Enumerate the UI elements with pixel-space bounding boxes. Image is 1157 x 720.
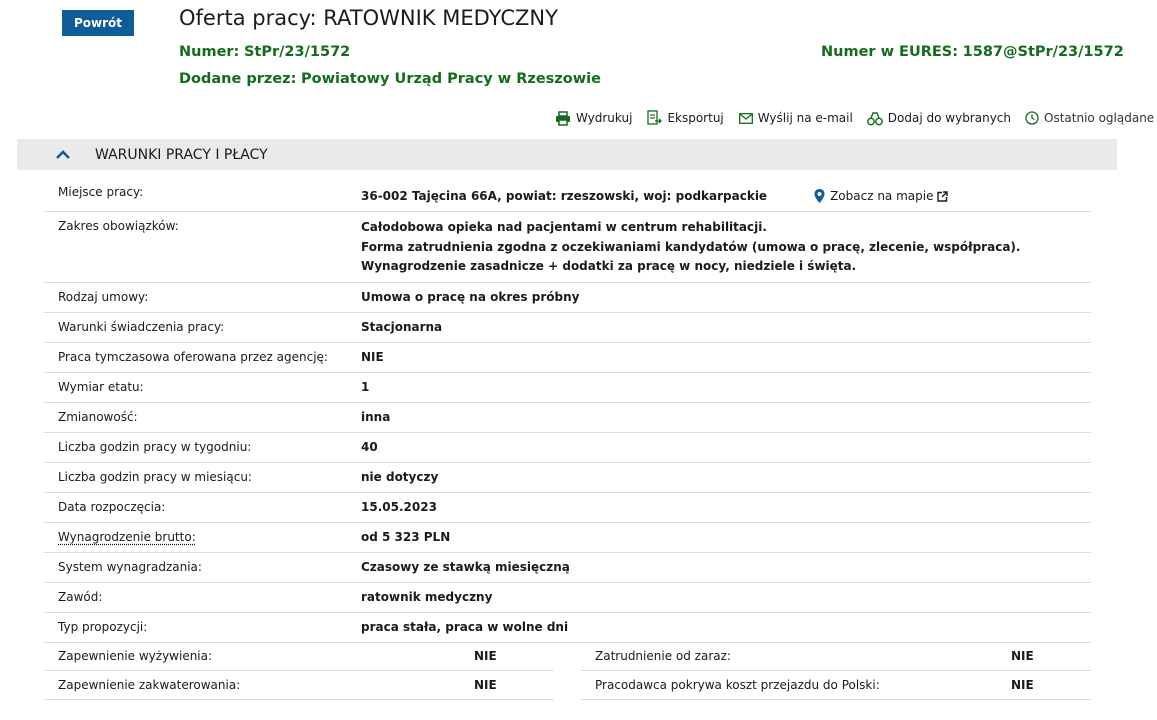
email-button[interactable]: Wyślij na e-mail bbox=[738, 111, 853, 125]
duty-line: Wynagrodzenie zasadnicze + dodatki za pr… bbox=[361, 259, 857, 273]
recently-viewed-label: Ostatnio oglądane bbox=[1044, 111, 1155, 125]
accommodation-provision: Zapewnienie zakwaterowania: NIE bbox=[44, 671, 554, 700]
row-label: Typ propozycji: bbox=[58, 620, 148, 634]
offer-number: Numer: StPr/23/1572 bbox=[179, 44, 350, 60]
conditions-table-body: Zakres obowiązków: Całodobowa opieka nad … bbox=[44, 212, 1091, 643]
workplace-address: 36-002 Tajęcina 66A, powiat: rzeszowski,… bbox=[361, 189, 768, 203]
immediate-employment: Zatrudnienie od zaraz: NIE bbox=[581, 642, 1091, 671]
row-value: Umowa o pracę na okres próbny bbox=[361, 290, 580, 304]
offer-number-label: Numer: bbox=[179, 44, 240, 60]
row-label: Zapewnienie wyżywienia: bbox=[58, 649, 213, 663]
export-icon bbox=[647, 110, 663, 125]
row-value: 36-002 Tajęcina 66A, powiat: rzeszowski,… bbox=[361, 179, 1091, 203]
conditions-table: Miejsce pracy: 36-002 Tajęcina 66A, powi… bbox=[44, 179, 1091, 212]
row-value: Czasowy ze stawką miesięczną bbox=[361, 560, 570, 574]
added-by-value: Powiatowy Urząd Pracy w Rzeszowie bbox=[301, 71, 601, 87]
eures-number-value: 1587@StPr/23/1572 bbox=[962, 44, 1124, 60]
section-title: WARUNKI PRACY I PŁACY bbox=[95, 146, 268, 163]
printer-icon bbox=[556, 110, 570, 126]
row-value: 40 bbox=[361, 440, 378, 454]
table-row: Zawód: ratownik medyczny bbox=[44, 583, 1091, 613]
export-label: Eksportuj bbox=[667, 111, 724, 125]
row-label: System wynagradzania: bbox=[58, 560, 202, 574]
row-label: Warunki świadczenia pracy: bbox=[58, 320, 225, 334]
row-label: Liczba godzin pracy w miesiącu: bbox=[58, 470, 252, 484]
row-label: Rodzaj umowy: bbox=[58, 290, 149, 304]
row-label: Miejsce pracy: bbox=[58, 185, 144, 199]
duty-line: Forma zatrudnienia zgodna z oczekiwaniam… bbox=[361, 239, 1021, 254]
table-row: System wynagradzania: Czasowy ze stawką m… bbox=[44, 553, 1091, 583]
row-label: Zawód: bbox=[58, 590, 103, 604]
export-button[interactable]: Eksportuj bbox=[646, 110, 724, 126]
map-link[interactable]: Zobacz na mapie bbox=[814, 189, 953, 203]
email-label: Wyślij na e-mail bbox=[757, 111, 853, 125]
table-row: Liczba godzin pracy w tygodniu: 40 bbox=[44, 433, 1091, 463]
chevron-up-icon bbox=[56, 149, 70, 159]
map-pin-icon bbox=[814, 189, 825, 203]
row-value: NIE bbox=[1011, 649, 1034, 663]
table-row: Wymiar etatu: 1 bbox=[44, 373, 1091, 403]
row-label: Data rozpoczęcia: bbox=[58, 500, 166, 514]
page-title: Oferta pracy: RATOWNIK MEDYCZNY bbox=[179, 6, 558, 30]
extra-conditions: Zapewnienie wyżywienia: NIE Zatrudnienie… bbox=[44, 642, 1091, 700]
row-value: Stacjonarna bbox=[361, 320, 443, 334]
external-link-icon bbox=[937, 190, 949, 202]
row-value: 1 bbox=[361, 380, 370, 394]
row-label: Zapewnienie zakwaterowania: bbox=[58, 678, 241, 692]
table-row: Zakres obowiązków: Całodobowa opieka nad … bbox=[44, 212, 1091, 283]
row-value: NIE bbox=[474, 678, 497, 692]
row-label: Praca tymczasowa oferowana przez agencję… bbox=[58, 350, 328, 364]
row-value: 15.05.2023 bbox=[361, 500, 437, 514]
row-label: Zatrudnienie od zaraz: bbox=[595, 649, 731, 663]
travel-cost-coverage: Pracodawca pokrywa koszt przejazdu do Po… bbox=[581, 671, 1091, 700]
pair-row: Zapewnienie zakwaterowania: NIE Pracodaw… bbox=[44, 671, 1091, 700]
row-value: ratownik medyczny bbox=[361, 590, 493, 604]
table-row: Warunki świadczenia pracy: Stacjonarna bbox=[44, 313, 1091, 343]
row-label: Zakres obowiązków: bbox=[58, 219, 179, 233]
table-row: Miejsce pracy: 36-002 Tajęcina 66A, powi… bbox=[44, 179, 1091, 212]
row-value: NIE bbox=[361, 350, 384, 364]
added-by: Dodane przez: Powiatowy Urząd Pracy w Rz… bbox=[179, 71, 601, 87]
row-value: inna bbox=[361, 410, 391, 424]
added-by-label: Dodane przez: bbox=[179, 71, 297, 87]
table-row: Wynagrodzenie brutto: od 5 323 PLN bbox=[44, 523, 1091, 553]
row-label: Wynagrodzenie brutto: bbox=[58, 530, 196, 544]
favorites-icon bbox=[866, 111, 883, 125]
row-label: Wymiar etatu: bbox=[58, 380, 144, 394]
section-header-warunki[interactable]: WARUNKI PRACY I PŁACY bbox=[17, 139, 1117, 170]
recently-viewed-button[interactable]: Ostatnio oglądane bbox=[1025, 111, 1154, 125]
action-toolbar: Wydrukuj Eksportuj Wyślij na e-mail Doda… bbox=[555, 110, 1154, 126]
table-row: Praca tymczasowa oferowana przez agencję… bbox=[44, 343, 1091, 373]
meal-provision: Zapewnienie wyżywienia: NIE bbox=[44, 642, 554, 671]
add-favorites-button[interactable]: Dodaj do wybranych bbox=[866, 111, 1012, 126]
row-label: Zmianowość: bbox=[58, 410, 138, 424]
back-button[interactable]: Powrót bbox=[62, 10, 134, 36]
table-row: Typ propozycji: praca stała, praca w woln… bbox=[44, 613, 1091, 643]
clock-icon bbox=[1025, 111, 1039, 125]
row-label: Liczba godzin pracy w tygodniu: bbox=[58, 440, 252, 454]
row-value: od 5 323 PLN bbox=[361, 530, 451, 544]
duty-line: Całodobowa opieka nad pacjentami w centr… bbox=[361, 220, 767, 234]
row-value: nie dotyczy bbox=[361, 470, 439, 484]
map-link-label: Zobacz na mapie bbox=[830, 189, 934, 203]
table-row: Rodzaj umowy: Umowa o pracę na okres prób… bbox=[44, 283, 1091, 313]
eures-number: Numer w EURES: 1587@StPr/23/1572 bbox=[821, 44, 1124, 60]
table-row: Zmianowość: inna bbox=[44, 403, 1091, 433]
row-label: Pracodawca pokrywa koszt przejazdu do Po… bbox=[595, 678, 880, 692]
print-button[interactable]: Wydrukuj bbox=[555, 110, 633, 126]
offer-number-value: StPr/23/1572 bbox=[243, 44, 351, 60]
envelope-icon bbox=[738, 112, 753, 124]
table-row: Liczba godzin pracy w miesiącu: nie dotyc… bbox=[44, 463, 1091, 493]
table-row: Data rozpoczęcia: 15.05.2023 bbox=[44, 493, 1091, 523]
add-favorites-label: Dodaj do wybranych bbox=[887, 111, 1012, 125]
eures-number-label: Numer w EURES: bbox=[821, 44, 959, 60]
row-value: NIE bbox=[1011, 678, 1034, 692]
row-value: NIE bbox=[474, 649, 497, 663]
row-value: Całodobowa opieka nad pacjentami w centr… bbox=[361, 212, 1091, 277]
print-label: Wydrukuj bbox=[576, 111, 633, 125]
row-value: praca stała, praca w wolne dni bbox=[361, 620, 569, 634]
pair-row: Zapewnienie wyżywienia: NIE Zatrudnienie… bbox=[44, 642, 1091, 671]
